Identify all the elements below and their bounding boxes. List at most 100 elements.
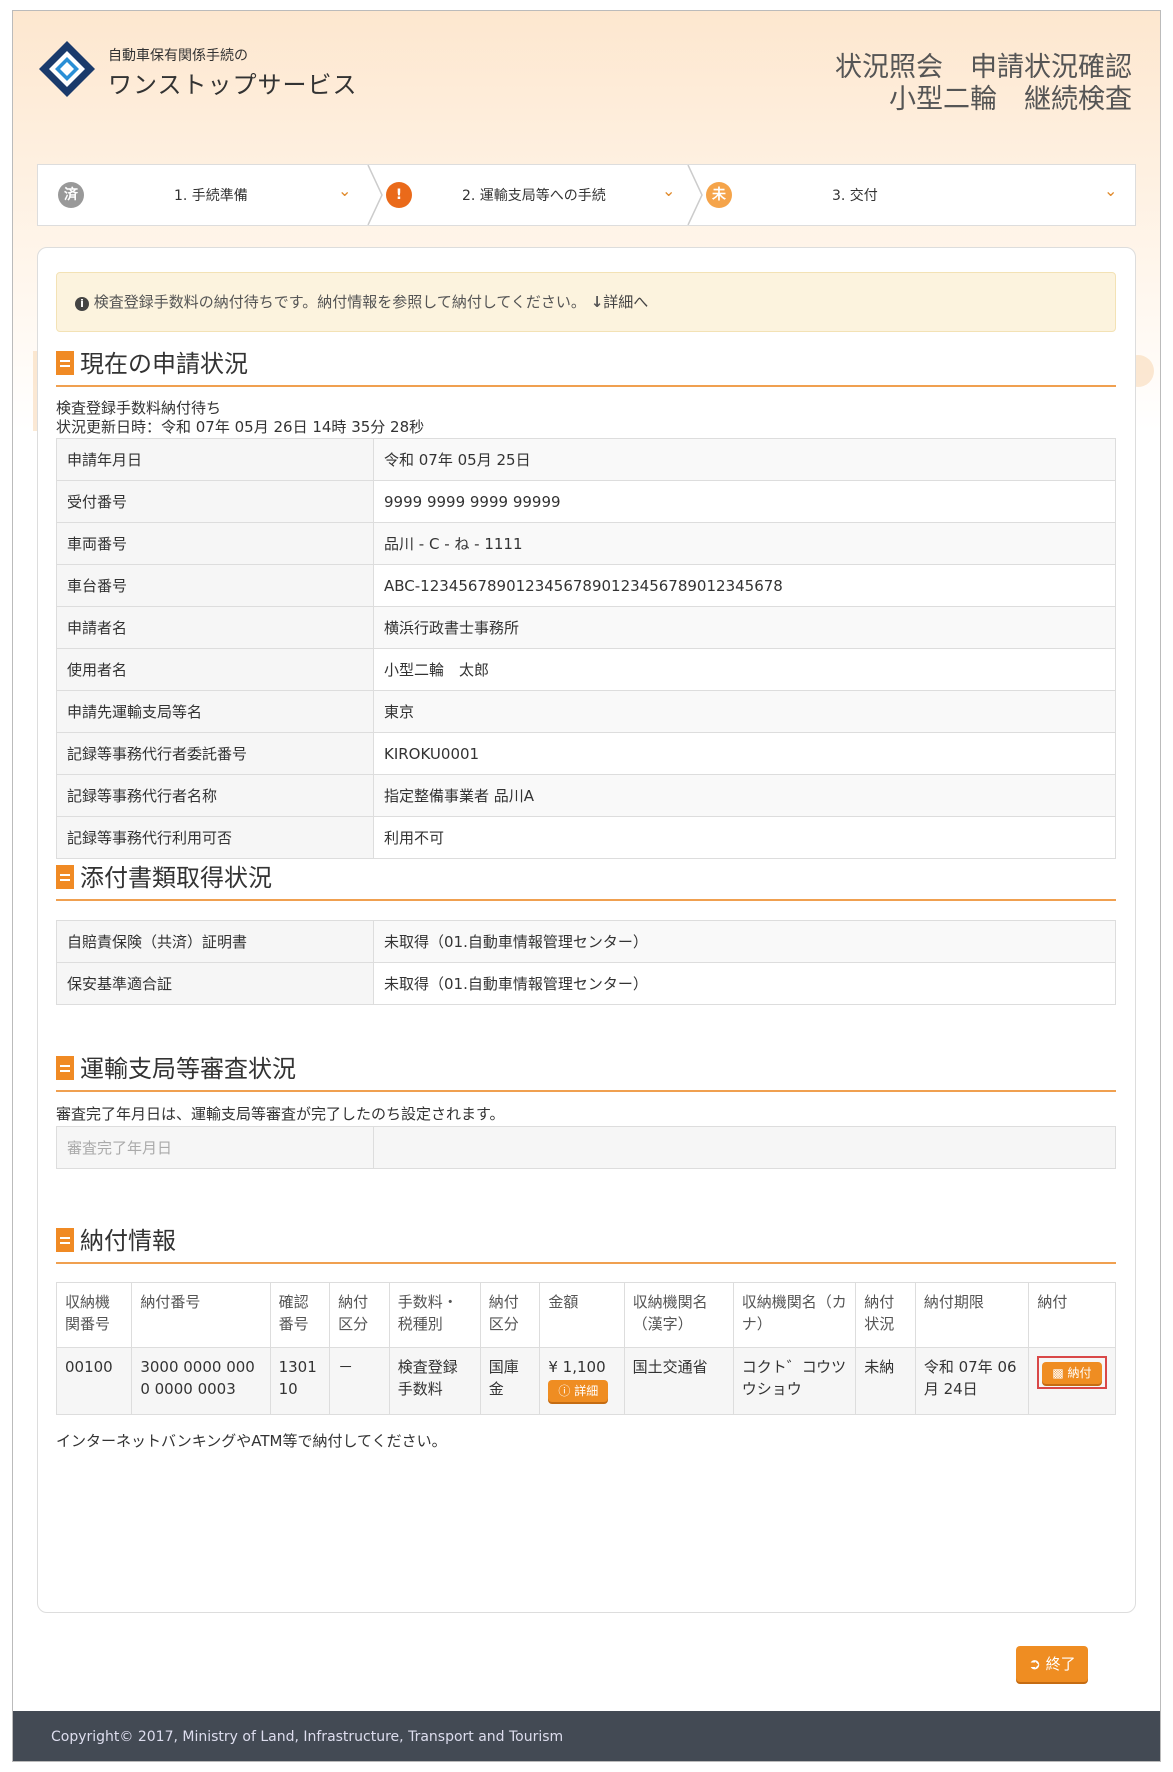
divider	[56, 1090, 1116, 1092]
payment-note: インターネットバンキングやATM等で納付してください。	[56, 1432, 447, 1450]
agency-name-kana: コクト゛コウツウショウ	[732, 1347, 857, 1415]
column-header: 納付区分	[479, 1282, 541, 1348]
agency-name-kanji: 国土交通省	[623, 1347, 734, 1415]
document-icon	[56, 351, 74, 375]
column-header: 納付	[1028, 1282, 1116, 1348]
step-3-label: 3. 交付	[832, 188, 878, 204]
table-row: 00100 3000 0000 0000 0000 0003 130110 － …	[55, 1347, 1116, 1415]
review-table: 審査完了年月日	[56, 1126, 1116, 1169]
divider	[56, 899, 1116, 901]
row-value: KIROKU0001	[373, 732, 1116, 775]
info-icon: i	[75, 297, 89, 311]
table-row: 使用者名 小型二輪 太郎	[56, 648, 1116, 691]
row-key: 車両番号	[56, 522, 374, 565]
payment-kind: 国庫金	[479, 1347, 541, 1415]
page-frame: 自動車保有関係手続の ワンストップサービス 状況照会 申請状況確認 小型二輪 継…	[12, 10, 1161, 1762]
step-2[interactable]: ! 2. 運輸支局等への手続 ⌄	[386, 165, 716, 225]
table-row: 車両番号 品川 - C - ね - 1111	[56, 522, 1116, 565]
chevron-down-icon: ⌄	[662, 181, 676, 200]
column-header: 収納機関名（漢字）	[623, 1282, 734, 1348]
row-key: 使用者名	[56, 648, 374, 691]
section-title-text: 納付情報	[80, 1227, 176, 1255]
table-row: 受付番号 9999 9999 9999 99999	[56, 480, 1116, 523]
section-title-text: 運輸支局等審査状況	[80, 1055, 296, 1083]
page-title-line2: 小型二輪 継続検査	[889, 84, 1132, 115]
step-1[interactable]: 済 1. 手続準備 ⌄	[38, 165, 368, 225]
column-header: 確認番号	[269, 1282, 331, 1348]
document-icon	[56, 1056, 74, 1080]
end-button[interactable]: ➲ 終了	[1016, 1646, 1088, 1682]
section-review-status: 運輸支局等審査状況	[56, 1051, 296, 1087]
step-separator-icon	[687, 165, 703, 225]
footer-copyright: Copyright© 2017, Ministry of Land, Infra…	[13, 1711, 1160, 1761]
logo-title: ワンストップサービス	[108, 71, 358, 99]
section-attachments: 添付書類取得状況	[56, 860, 272, 896]
row-value: 未取得（01.自動車情報管理センター）	[373, 962, 1116, 1005]
column-header: 納付状況	[855, 1282, 916, 1348]
column-header: 納付番号	[131, 1282, 271, 1348]
row-value: 指定整備事業者 品川A	[373, 774, 1116, 817]
row-key: 記録等事務代行者名称	[56, 774, 374, 817]
main-card: i 検査登録手数料の納付待ちです。納付情報を参照して納付してください。 ↓詳細へ…	[37, 247, 1136, 1613]
fee-type: 検査登録手数料	[388, 1347, 481, 1415]
section-payment-info: 納付情報	[56, 1223, 176, 1259]
payment-number: 3000 0000 0000 0000 0003	[131, 1347, 271, 1415]
pay-button-label: 納付	[1067, 1366, 1092, 1380]
payment-table: 収納機関番号 納付番号 確認番号 納付区分 手数料・税種別 納付区分 金額 収納…	[55, 1282, 1116, 1415]
row-key: 申請先運輸支局等名	[56, 690, 374, 733]
row-key: 受付番号	[56, 480, 374, 523]
table-row: 保安基準適合証 未取得（01.自動車情報管理センター）	[56, 962, 1116, 1005]
card-icon: ▩	[1052, 1366, 1068, 1380]
step-2-label: 2. 運輸支局等への手続	[462, 188, 606, 204]
step-3[interactable]: 未 3. 交付 ⌄	[706, 165, 1136, 225]
column-header: 収納機関名（カナ）	[732, 1282, 857, 1348]
logo-icon	[39, 41, 95, 97]
agency-number: 00100	[55, 1347, 133, 1415]
row-value: ABC-123456789012345678901234567890123456…	[373, 564, 1116, 607]
column-header: 納付区分	[329, 1282, 390, 1348]
table-row: 記録等事務代行利用可否 利用不可	[56, 816, 1116, 859]
arrow-down-icon: ↓	[590, 293, 604, 311]
payment-division: －	[329, 1347, 390, 1415]
step-1-done-badge: 済	[58, 182, 84, 208]
document-icon	[56, 865, 74, 889]
row-key: 車台番号	[56, 564, 374, 607]
chevron-down-icon: ⌄	[338, 181, 352, 200]
table-row: 記録等事務代行者委託番号 KIROKU0001	[56, 732, 1116, 775]
table-row: 車台番号 ABC-12345678901234567890123456789012…	[56, 564, 1116, 607]
alert-message: i 検査登録手数料の納付待ちです。納付情報を参照して納付してください。 ↓詳細へ	[56, 272, 1116, 332]
status-updated-text: 状況更新日時：令和 07年 05月 26日 14時 35分 28秒	[56, 418, 425, 436]
step-separator-icon	[367, 165, 383, 225]
divider	[56, 385, 1116, 387]
row-value: 令和 07年 05月 25日	[373, 438, 1116, 481]
section-title-text: 添付書類取得状況	[80, 864, 272, 892]
column-header: 金額	[539, 1282, 625, 1348]
pay-action-cell: ▩ 納付	[1028, 1347, 1116, 1415]
table-row: 申請年月日 令和 07年 05月 25日	[56, 438, 1116, 481]
step-3-pending-badge: 未	[706, 182, 732, 208]
attachments-table: 自賠責保険（共済）証明書 未取得（01.自動車情報管理センター） 保安基準適合証未…	[56, 920, 1116, 1005]
chevron-down-icon: ⌄	[1104, 181, 1118, 200]
confirm-number: 130110	[269, 1347, 331, 1415]
section-title-text: 現在の申請状況	[80, 350, 248, 378]
row-value: 品川 - C - ね - 1111	[373, 522, 1116, 565]
amount-cell: ¥ 1,100 ⓘ 詳細	[539, 1347, 625, 1415]
detail-link[interactable]: 詳細へ	[603, 293, 648, 311]
divider	[56, 1262, 1116, 1264]
info-icon: ⓘ	[558, 1384, 575, 1398]
row-key: 申請者名	[56, 606, 374, 649]
amount: ¥ 1,100	[548, 1358, 606, 1376]
logo-subtitle: 自動車保有関係手続の	[108, 48, 248, 64]
alert-text: 検査登録手数料の納付待ちです。納付情報を参照して納付してください。	[93, 293, 586, 311]
step-progress-bar: 済 1. 手続準備 ⌄ ! 2. 運輸支局等への手続 ⌄ 未 3. 交付 ⌄	[37, 164, 1136, 226]
row-key: 記録等事務代行利用可否	[56, 816, 374, 859]
document-icon	[56, 1228, 74, 1252]
table-header-row: 収納機関番号 納付番号 確認番号 納付区分 手数料・税種別 納付区分 金額 収納…	[55, 1282, 1116, 1348]
row-key: 審査完了年月日	[56, 1126, 374, 1169]
detail-button[interactable]: ⓘ 詳細	[548, 1380, 609, 1402]
column-header: 手数料・税種別	[388, 1282, 481, 1348]
pay-button[interactable]: ▩ 納付	[1042, 1362, 1102, 1384]
site-header: 自動車保有関係手続の ワンストップサービス 状況照会 申請状況確認 小型二輪 継…	[13, 11, 1160, 161]
status-table: 申請年月日 令和 07年 05月 25日 受付番号 9999 9999 9999 9…	[56, 438, 1116, 859]
row-value: 小型二輪 太郎	[373, 648, 1116, 691]
